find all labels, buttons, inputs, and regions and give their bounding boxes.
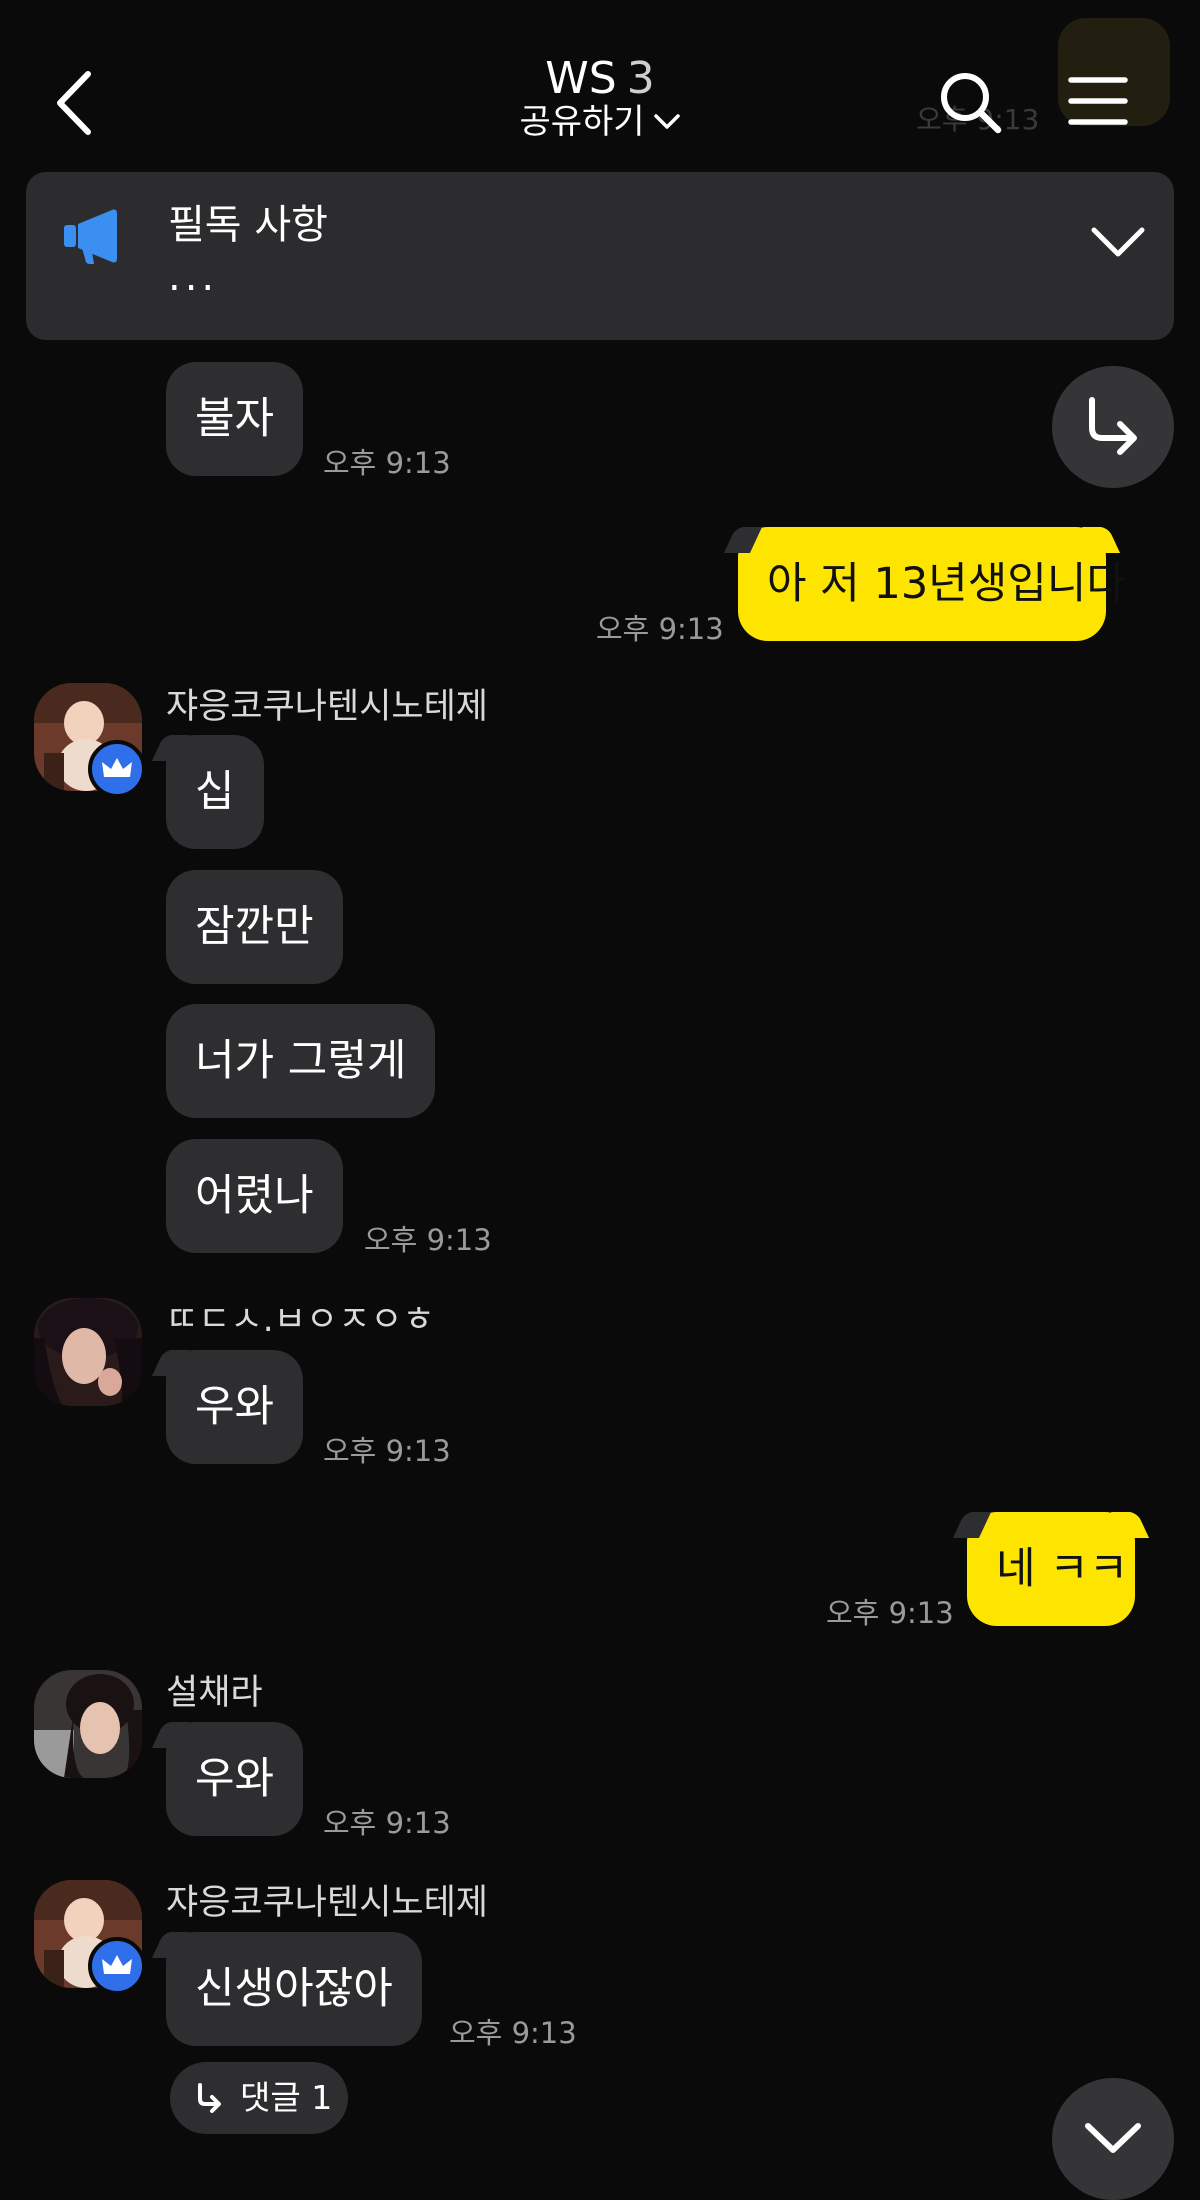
message-bubble[interactable]: 잠깐만 <box>166 870 343 984</box>
crown-badge <box>88 1937 146 1995</box>
sender-name: 쟈응코쿠나텐시노테제 <box>166 1883 489 1923</box>
my-message-bubble[interactable]: 아 저 13년생입니다 <box>738 527 1126 641</box>
chat-title-area[interactable]: WS 3 공유하기 <box>0 52 1200 142</box>
sender-name: 설채라 <box>166 1673 263 1713</box>
message-time: 오후 9:13 <box>449 2016 577 2050</box>
member-count: 3 <box>626 53 655 104</box>
message-time: 오후 9:13 <box>323 1434 451 1468</box>
avatar[interactable] <box>34 1298 142 1406</box>
crown-icon <box>102 1955 132 1974</box>
menu-icon[interactable] <box>1068 75 1128 127</box>
crown-icon <box>102 758 132 777</box>
message-bubble[interactable]: 불자 <box>166 362 304 476</box>
reply-thread-chip[interactable]: 댓글 1 <box>170 2062 348 2134</box>
chevron-down-icon[interactable] <box>1088 222 1148 262</box>
scroll-down-button[interactable] <box>1052 2078 1174 2200</box>
share-label: 공유하기 <box>519 102 645 142</box>
message-bubble[interactable]: 우와 <box>166 1350 304 1464</box>
my-message-bubble[interactable]: 네 ㅋㅋ <box>967 1512 1135 1626</box>
message-bubble[interactable]: 신생아잖아 <box>166 1932 422 2046</box>
message-bubble[interactable]: 어렸나 <box>166 1139 343 1253</box>
crown-badge <box>88 740 146 798</box>
share-button[interactable] <box>1052 366 1174 488</box>
scroll-down-icon <box>1085 2123 1141 2153</box>
message-time: 오후 9:13 <box>323 446 451 480</box>
message-time: 오후 9:13 <box>826 1596 954 1630</box>
message-time: 오후 9:13 <box>596 612 724 646</box>
message-bubble[interactable]: 너가 그렇게 <box>166 1004 436 1118</box>
share-dropdown[interactable]: 공유하기 <box>519 102 680 142</box>
chat-title: WS 3 <box>0 52 1200 106</box>
notice-preview: ... <box>168 254 219 300</box>
pinned-notice[interactable]: 필독 사항 ... <box>26 172 1174 340</box>
profile-photo <box>34 1670 142 1778</box>
message-bubble[interactable]: 우와 <box>166 1722 304 1836</box>
message-time: 오후 9:13 <box>323 1806 451 1840</box>
search-icon[interactable] <box>938 70 1002 134</box>
chat-header: 오후 9:13 WS 3 공유하기 <box>0 0 1200 165</box>
share-arrow-icon <box>1089 397 1137 455</box>
room-name: WS <box>545 53 617 104</box>
sender-name: ㄸㄷㅅ.ㅂㅇㅈㅇㅎ <box>166 1300 435 1340</box>
notice-title: 필독 사항 <box>168 202 328 248</box>
megaphone-icon <box>64 209 117 264</box>
reply-arrow-icon <box>198 2083 221 2113</box>
chevron-down-icon <box>653 114 680 129</box>
message-bubble[interactable]: 십 <box>166 735 264 849</box>
profile-photo <box>34 1298 142 1406</box>
reply-count-label: 댓글 1 <box>240 2078 333 2117</box>
message-time: 오후 9:13 <box>364 1223 492 1257</box>
sender-name: 쟈응코쿠나텐시노테제 <box>166 687 489 727</box>
avatar[interactable] <box>34 1670 142 1778</box>
